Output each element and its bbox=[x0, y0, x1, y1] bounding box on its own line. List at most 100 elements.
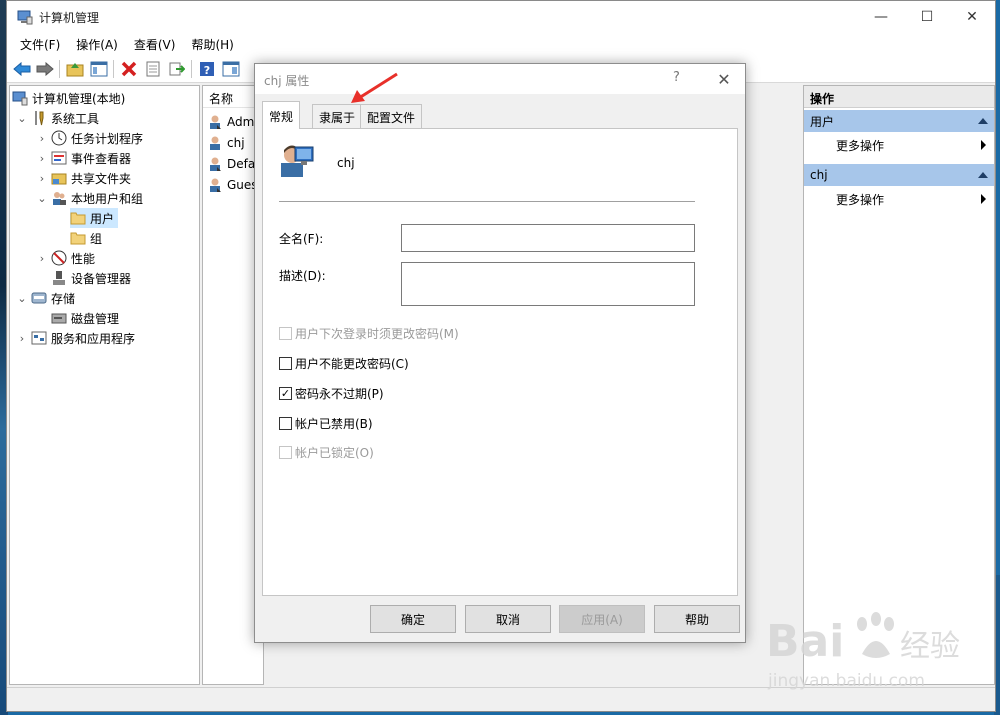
expand-icon[interactable]: › bbox=[36, 152, 48, 165]
collapse-icon[interactable] bbox=[978, 118, 988, 124]
svg-text:jingyan.baidu.com: jingyan.baidu.com bbox=[767, 671, 925, 691]
svg-text:经验: 经验 bbox=[900, 629, 960, 664]
baidu-watermark-logo: Bai 经验 jingyan.baidu.com bbox=[766, 612, 960, 691]
menu-help[interactable]: 帮助(H) bbox=[183, 36, 241, 53]
password-never-expires-checkbox[interactable]: ✓ bbox=[279, 386, 292, 400]
up-folder-icon[interactable] bbox=[65, 59, 85, 79]
console-tree[interactable]: 计算机管理(本地) ⌄ 系统工具 › 任务计划程序 › 事件查看器 › 共享文件… bbox=[9, 85, 200, 685]
tree-item-label: 存储 bbox=[51, 291, 76, 306]
expand-icon[interactable]: › bbox=[16, 332, 28, 345]
fullname-field[interactable] bbox=[401, 224, 695, 252]
ok-button[interactable]: 确定 bbox=[370, 605, 456, 633]
help-button[interactable]: 帮助 bbox=[654, 605, 740, 633]
tree-item-storage[interactable]: ⌄ 存储 bbox=[16, 288, 75, 308]
services-icon bbox=[31, 330, 47, 346]
tree-item-groups[interactable]: 组 bbox=[70, 228, 102, 248]
tree-item-system-tools[interactable]: ⌄ 系统工具 bbox=[16, 108, 99, 128]
help-icon[interactable]: ? bbox=[197, 59, 217, 79]
user-icon bbox=[207, 114, 223, 130]
list-item-label: chj bbox=[227, 136, 245, 150]
collapse-icon[interactable]: ⌄ bbox=[16, 292, 28, 305]
properties-icon[interactable] bbox=[143, 59, 163, 79]
collapse-icon[interactable]: ⌄ bbox=[36, 192, 48, 205]
account-locked-checkbox bbox=[279, 445, 292, 459]
clock-icon bbox=[51, 130, 67, 146]
menu-view[interactable]: 查看(V) bbox=[126, 36, 184, 53]
general-tab-panel: chj 全名(F): 描述(D): 用户下次登录时须更改密码(M) 用户不能更改… bbox=[262, 128, 738, 596]
device-manager-icon bbox=[51, 270, 67, 286]
tree-item-label: 本地用户和组 bbox=[71, 191, 144, 206]
account-disabled-checkbox[interactable] bbox=[279, 416, 292, 430]
expand-icon[interactable]: › bbox=[36, 172, 48, 185]
title-bar[interactable]: 计算机管理 — ☐ ✕ bbox=[7, 1, 995, 33]
more-actions-chj[interactable]: 更多操作 bbox=[804, 188, 994, 210]
cannot-change-password-option[interactable]: 用户不能更改密码(C) bbox=[279, 355, 409, 371]
tree-item-task-scheduler[interactable]: › 任务计划程序 bbox=[36, 128, 143, 148]
expand-icon[interactable]: › bbox=[36, 252, 48, 265]
menu-bar: 文件(F) 操作(A) 查看(V) 帮助(H) bbox=[7, 33, 995, 55]
tab-general[interactable]: 常规 bbox=[262, 101, 301, 129]
toolbar-separator bbox=[113, 60, 114, 78]
window-title: 计算机管理 bbox=[39, 11, 100, 25]
checkbox-label: 帐户已锁定(O) bbox=[295, 445, 374, 460]
folder-icon bbox=[70, 230, 86, 246]
apply-button[interactable]: 应用(A) bbox=[559, 605, 645, 633]
svg-text:Bai: Bai bbox=[766, 616, 844, 667]
account-locked-option: 帐户已锁定(O) bbox=[279, 444, 374, 460]
password-never-expires-option[interactable]: ✓ 密码永不过期(P) bbox=[279, 385, 384, 401]
section-label: chj bbox=[810, 168, 828, 182]
tree-item-event-viewer[interactable]: › 事件查看器 bbox=[36, 148, 131, 168]
export-icon[interactable] bbox=[167, 59, 187, 79]
view-icon[interactable] bbox=[221, 59, 241, 79]
svg-text:?: ? bbox=[204, 64, 210, 77]
menu-action[interactable]: 操作(A) bbox=[68, 36, 126, 53]
cancel-button[interactable]: 取消 bbox=[465, 605, 551, 633]
tree-item-label: 任务计划程序 bbox=[71, 131, 144, 146]
show-hide-tree-icon[interactable] bbox=[89, 59, 109, 79]
performance-icon bbox=[51, 250, 67, 266]
submenu-arrow-icon bbox=[981, 194, 986, 204]
tree-item-label: 服务和应用程序 bbox=[51, 331, 136, 346]
computer-management-icon bbox=[17, 10, 33, 25]
collapse-icon[interactable] bbox=[978, 172, 988, 178]
submenu-arrow-icon bbox=[981, 140, 986, 150]
description-field[interactable] bbox=[401, 262, 695, 306]
tree-item-device-manager[interactable]: 设备管理器 bbox=[51, 268, 131, 288]
tree-item-performance[interactable]: › 性能 bbox=[36, 248, 95, 268]
action-label: 更多操作 bbox=[836, 138, 885, 153]
dialog-close-button[interactable]: ✕ bbox=[707, 66, 741, 92]
tree-item-users[interactable]: 用户 bbox=[70, 208, 119, 228]
list-item[interactable]: chj bbox=[207, 133, 245, 153]
actions-section-chj[interactable]: chj bbox=[804, 164, 994, 186]
tree-item-disk-management[interactable]: 磁盘管理 bbox=[51, 308, 119, 328]
user-name: chj bbox=[337, 156, 355, 170]
list-item[interactable]: Admi bbox=[207, 112, 258, 132]
menu-file[interactable]: 文件(F) bbox=[12, 36, 68, 53]
context-help-button[interactable]: ? bbox=[673, 70, 680, 85]
account-disabled-option[interactable]: 帐户已禁用(B) bbox=[279, 415, 373, 431]
dialog-title-bar[interactable]: chj 属性 ? ✕ bbox=[255, 64, 745, 94]
storage-icon bbox=[31, 290, 47, 306]
expand-icon[interactable]: › bbox=[36, 132, 48, 145]
folder-icon bbox=[70, 210, 86, 226]
tree-item-local-users-groups[interactable]: ⌄ 本地用户和组 bbox=[36, 188, 143, 208]
more-actions-users[interactable]: 更多操作 bbox=[804, 134, 994, 156]
minimize-button[interactable]: — bbox=[858, 1, 904, 33]
annotation-arrow-icon bbox=[351, 72, 398, 103]
checkbox-label[interactable]: 密码永不过期(P) bbox=[295, 385, 384, 402]
tree-item-services-applications[interactable]: › 服务和应用程序 bbox=[16, 328, 135, 348]
close-button[interactable]: ✕ bbox=[949, 1, 995, 33]
tree-item-computer-management[interactable]: 计算机管理(本地) bbox=[12, 88, 125, 108]
back-icon[interactable] bbox=[12, 59, 32, 79]
forward-icon[interactable] bbox=[35, 59, 55, 79]
checkbox-label[interactable]: 帐户已禁用(B) bbox=[295, 415, 373, 432]
maximize-button[interactable]: ☐ bbox=[904, 1, 950, 33]
tree-item-shared-folders[interactable]: › 共享文件夹 bbox=[36, 168, 131, 188]
actions-section-users[interactable]: 用户 bbox=[804, 110, 994, 132]
delete-icon[interactable] bbox=[119, 59, 139, 79]
cannot-change-password-checkbox[interactable] bbox=[279, 356, 292, 370]
checkbox-label[interactable]: 用户不能更改密码(C) bbox=[295, 355, 409, 372]
collapse-icon[interactable]: ⌄ bbox=[16, 112, 28, 125]
tree-item-label: 事件查看器 bbox=[71, 151, 132, 166]
user-properties-dialog: chj 属性 ? ✕ 常规 隶属于 配置文件 chj 全名(F): 描述(D):… bbox=[254, 63, 746, 643]
